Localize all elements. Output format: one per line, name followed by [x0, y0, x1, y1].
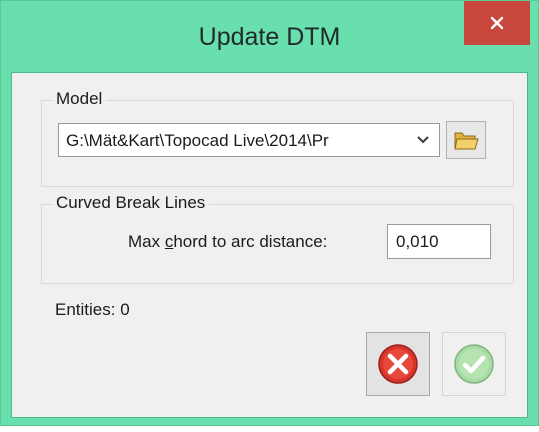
model-path-value: G:\Mät&Kart\Topocad Live\2014\Pr: [66, 131, 329, 150]
model-group: Model G:\Mät&Kart\Topocad Live\2014\Pr: [41, 89, 514, 187]
dialog-window: Update DTM Model G:\Mät&Kart\Topocad Liv…: [0, 0, 539, 426]
curved-break-lines-label: Curved Break Lines: [52, 193, 210, 213]
chord-distance-label: Max chord to arc distance:: [128, 232, 327, 252]
model-group-label: Model: [52, 89, 107, 109]
chord-label-prefix: Max: [128, 232, 165, 251]
entities-count: Entities: 0: [55, 300, 130, 319]
chevron-down-icon[interactable]: [413, 130, 433, 150]
window-title: Update DTM: [198, 23, 341, 51]
cancel-button[interactable]: [366, 332, 430, 396]
browse-folder-button[interactable]: [446, 121, 486, 159]
chord-distance-input[interactable]: [387, 224, 491, 259]
cancel-x-icon: [378, 344, 418, 384]
model-path-select[interactable]: G:\Mät&Kart\Topocad Live\2014\Pr: [58, 123, 440, 157]
close-button[interactable]: [464, 1, 530, 45]
dialog-body: Model G:\Mät&Kart\Topocad Live\2014\Pr C…: [11, 72, 528, 418]
folder-icon: [454, 132, 479, 150]
close-icon: [490, 16, 504, 30]
title-bar[interactable]: Update DTM: [1, 1, 538, 71]
ok-button[interactable]: [442, 332, 506, 396]
chord-label-suffix: hord to arc distance:: [173, 232, 328, 251]
ok-check-icon: [454, 344, 494, 384]
curved-break-lines-group: Curved Break Lines Max chord to arc dist…: [41, 193, 514, 284]
